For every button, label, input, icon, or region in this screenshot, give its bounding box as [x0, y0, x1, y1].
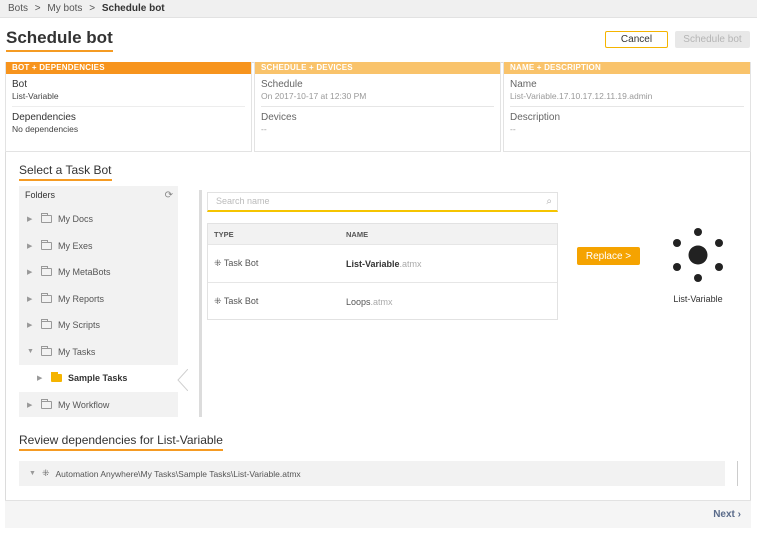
caret-right-icon[interactable]: ▶: [27, 401, 37, 409]
folder-icon: [41, 266, 52, 277]
schedule-bot-button[interactable]: Schedule bot: [675, 31, 750, 48]
caret-right-icon[interactable]: ▶: [27, 321, 37, 329]
folder-icon: [41, 239, 52, 250]
step-schedule-devices[interactable]: SCHEDULE + DEVICES Schedule On 2017-10-1…: [254, 62, 501, 152]
description-label: Description: [510, 112, 561, 123]
folder-label: My Workflow: [58, 399, 110, 410]
step-bot-dependencies[interactable]: BOT + DEPENDENCIES Bot List-Variable Dep…: [5, 62, 252, 152]
folders-panel: Folders ⟳ ▶ My Docs ▶ My Exes ▶ My MetaB…: [19, 186, 178, 417]
folder-item-my-scripts[interactable]: ▶ My Scripts: [19, 312, 178, 339]
folders-header-label: Folders: [25, 190, 56, 200]
folder-open-icon: [41, 345, 52, 356]
folder-label: My Exes: [58, 240, 93, 251]
caret-right-icon[interactable]: ▶: [37, 374, 47, 382]
selection-pointer: [177, 369, 188, 391]
task-bot-icon: ⁜: [214, 296, 222, 306]
folder-label: My Scripts: [58, 320, 101, 331]
folders-header: Folders ⟳: [19, 186, 178, 206]
selected-bot-name: List-Variable: [673, 294, 723, 304]
folder-icon: [51, 372, 62, 383]
row-name: Loops: [346, 296, 371, 307]
dependencies-label: Dependencies: [12, 112, 76, 123]
footer-bar: Next ›: [5, 500, 751, 528]
devices-label: Devices: [261, 112, 297, 123]
folder-icon: [41, 292, 52, 303]
step-header: BOT + DEPENDENCIES: [6, 62, 251, 74]
breadcrumb-separator: >: [89, 3, 96, 14]
caret-right-icon[interactable]: ▶: [27, 215, 37, 223]
review-dependencies-title: Review dependencies for List-Variable: [19, 433, 223, 451]
name-value: List-Variable.17.10.17.12.11.19.admin: [510, 91, 653, 101]
row-type: Task Bot: [223, 258, 259, 268]
folder-item-my-tasks[interactable]: ▼ My Tasks: [19, 339, 178, 366]
caret-right-icon[interactable]: ▶: [27, 242, 37, 250]
task-bot-table: TYPE NAME ⁜ Task Bot List-Variable.atmx …: [207, 223, 558, 320]
row-ext: .atmx: [399, 258, 422, 269]
folder-item-my-metabots[interactable]: ▶ My MetaBots: [19, 259, 178, 286]
task-bot-icon: ⁜: [41, 468, 50, 478]
table-row[interactable]: ⁜ Task Bot List-Variable.atmx: [208, 244, 557, 282]
step-header: SCHEDULE + DEVICES: [255, 62, 500, 74]
column-type-header[interactable]: TYPE: [208, 230, 346, 239]
folder-item-my-workflow[interactable]: ▶ My Workflow: [19, 392, 178, 419]
task-bot-icon: ⁜: [214, 258, 222, 268]
breadcrumb-separator: >: [34, 3, 41, 14]
folder-label: My MetaBots: [58, 267, 111, 278]
devices-value: --: [261, 124, 267, 134]
row-type: Task Bot: [223, 296, 259, 306]
breadcrumb-my-bots[interactable]: My bots: [47, 3, 82, 14]
task-bot-large-icon: [673, 228, 723, 282]
search-icon[interactable]: ⌕: [546, 196, 552, 207]
name-label: Name: [510, 79, 537, 90]
schedule-label: Schedule: [261, 79, 303, 90]
page-title: Schedule bot: [6, 28, 113, 52]
folder-icon: [41, 213, 52, 224]
dependency-path: Automation Anywhere\My Tasks\Sample Task…: [55, 468, 301, 479]
row-name: List-Variable: [346, 258, 400, 269]
table-header: TYPE NAME: [208, 224, 557, 244]
folder-icon: [41, 398, 52, 409]
next-button[interactable]: Next ›: [713, 509, 741, 520]
caret-right-icon[interactable]: ▶: [27, 268, 37, 276]
folder-label: My Docs: [58, 214, 94, 225]
folder-label: My Reports: [58, 293, 105, 304]
step-header: NAME + DESCRIPTION: [504, 62, 750, 74]
breadcrumb-current: Schedule bot: [101, 3, 165, 14]
panel-divider: [199, 190, 202, 417]
cancel-button[interactable]: Cancel: [605, 31, 668, 48]
breadcrumb-bots[interactable]: Bots: [8, 3, 28, 14]
caret-down-icon[interactable]: ▼: [29, 470, 36, 477]
search-input[interactable]: Search name ⌕: [207, 192, 558, 212]
dependencies-value: No dependencies: [12, 124, 79, 134]
replace-button[interactable]: Replace >: [577, 247, 640, 265]
schedule-value: On 2017-10-17 at 12:30 PM: [261, 91, 367, 101]
caret-down-icon[interactable]: ▼: [27, 348, 37, 355]
table-row[interactable]: ⁜ Task Bot Loops.atmx: [208, 282, 557, 320]
folder-label: Sample Tasks: [68, 373, 128, 384]
folder-item-my-exes[interactable]: ▶ My Exes: [19, 233, 178, 260]
folder-item-sample-tasks[interactable]: ▶ Sample Tasks: [19, 365, 178, 392]
bot-value: List-Variable: [12, 91, 59, 101]
step-name-description[interactable]: NAME + DESCRIPTION Name List-Variable.17…: [503, 62, 751, 152]
folder-label: My Tasks: [58, 346, 96, 357]
search-placeholder: Search name: [216, 196, 270, 206]
bot-label: Bot: [12, 79, 28, 90]
description-value: --: [510, 124, 516, 134]
column-name-header[interactable]: NAME: [346, 230, 557, 239]
folder-icon: [41, 319, 52, 330]
caret-right-icon[interactable]: ▶: [27, 295, 37, 303]
breadcrumb: Bots > My bots > Schedule bot: [0, 0, 757, 18]
folder-item-my-docs[interactable]: ▶ My Docs: [19, 206, 178, 233]
folder-item-my-reports[interactable]: ▶ My Reports: [19, 286, 178, 313]
row-ext: .atmx: [370, 296, 393, 307]
dependency-row[interactable]: ▼ ⁜ Automation Anywhere\My Tasks\Sample …: [19, 461, 725, 486]
refresh-icon[interactable]: ⟳: [165, 190, 173, 201]
select-task-bot-title: Select a Task Bot: [19, 163, 112, 181]
scrollbar[interactable]: [737, 461, 738, 486]
